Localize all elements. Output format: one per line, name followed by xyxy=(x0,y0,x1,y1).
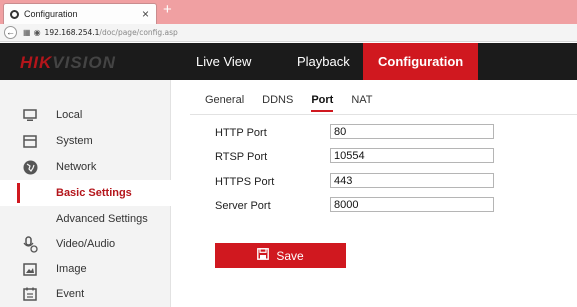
tab-ddns[interactable]: DDNS xyxy=(262,94,293,112)
nav-playback[interactable]: Playback xyxy=(297,43,350,80)
sidebar-item-video-audio[interactable]: Video/Audio xyxy=(0,231,171,257)
url-field[interactable]: 192.168.254.1/doc/page/config.asp xyxy=(45,28,178,37)
sidebar-item-basic-settings[interactable]: Basic Settings xyxy=(0,180,171,206)
hikvision-logo: HIKVISION xyxy=(20,53,116,73)
nav-live-view[interactable]: Live View xyxy=(196,43,251,80)
browser-tab-bar: Configuration × + xyxy=(0,0,577,24)
sidebar-item-label: Local xyxy=(56,109,83,121)
monitor-icon xyxy=(22,107,38,123)
url-path: /doc/page/config.asp xyxy=(99,28,178,37)
sidebar-item-label: Basic Settings xyxy=(56,187,132,199)
divider xyxy=(190,114,577,115)
camera-favicon-icon xyxy=(10,9,19,19)
tab-nat[interactable]: NAT xyxy=(351,94,372,112)
tab-port[interactable]: Port xyxy=(311,94,334,112)
globe-icon xyxy=(22,159,38,175)
browser-tab[interactable]: Configuration × xyxy=(3,3,157,24)
address-bar: ← ▦ ◉ 192.168.254.1/doc/page/config.asp xyxy=(0,24,577,42)
page-info-icon[interactable]: ▦ xyxy=(23,28,31,37)
sidebar-item-local[interactable]: Local xyxy=(0,102,171,128)
http-port-input[interactable] xyxy=(330,124,494,139)
save-floppy-icon xyxy=(257,248,270,263)
sidebar-item-label: Advanced Settings xyxy=(56,213,148,225)
config-subtabs: General DDNS Port NAT xyxy=(205,94,391,112)
system-icon xyxy=(22,133,38,149)
sidebar-item-label: Image xyxy=(56,263,87,275)
sidebar-item-label: Network xyxy=(56,161,97,173)
calendar-icon xyxy=(22,286,38,302)
rtsp-port-input[interactable] xyxy=(330,148,494,163)
tab-title: Configuration xyxy=(24,9,78,19)
sidebar-item-label: Video/Audio xyxy=(56,238,116,250)
sidebar-item-label: System xyxy=(56,135,93,147)
sidebar-item-event[interactable]: Event xyxy=(0,281,171,307)
sidebar-item-network[interactable]: Network xyxy=(0,154,171,180)
save-button-label: Save xyxy=(276,248,304,263)
sidebar-item-advanced-settings[interactable]: Advanced Settings xyxy=(0,206,171,232)
logo-mark: HIK xyxy=(20,53,53,72)
sidebar-item-label: Event xyxy=(56,288,85,300)
sidebar: Local System Network Basic Settings Adva… xyxy=(0,80,171,307)
back-arrow-icon[interactable]: ← xyxy=(4,26,17,39)
sidebar-item-image[interactable]: Image xyxy=(0,256,171,282)
tab-general[interactable]: General xyxy=(205,94,244,112)
top-navigation: HIKVISION Live View Playback Configurati… xyxy=(0,43,577,80)
logo-text: VISION xyxy=(52,53,116,72)
https-port-input[interactable] xyxy=(330,173,494,188)
https-port-label: HTTPS Port xyxy=(215,176,275,188)
image-icon xyxy=(22,261,38,277)
server-port-input[interactable] xyxy=(330,197,494,212)
tab-close-icon[interactable]: × xyxy=(142,7,149,21)
http-port-label: HTTP Port xyxy=(215,127,267,139)
sidebar-item-system[interactable]: System xyxy=(0,128,171,154)
server-port-label: Server Port xyxy=(215,200,271,212)
rtsp-port-label: RTSP Port xyxy=(215,151,268,163)
camera-icon xyxy=(22,235,38,253)
globe-icon: ◉ xyxy=(33,28,41,37)
new-tab-icon[interactable]: + xyxy=(163,1,172,18)
url-host: 192.168.254.1 xyxy=(44,28,100,37)
nav-configuration[interactable]: Configuration xyxy=(363,43,479,80)
save-button[interactable]: Save xyxy=(215,243,346,268)
